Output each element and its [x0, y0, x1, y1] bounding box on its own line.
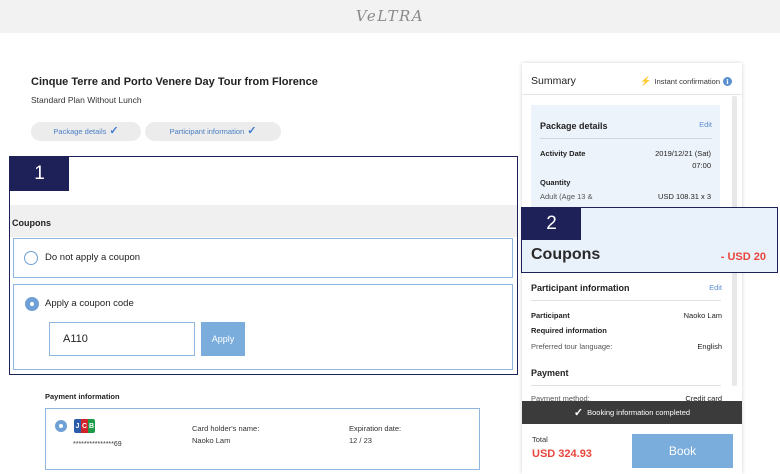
plan-name: Standard Plan Without Lunch: [31, 95, 142, 105]
callout-badge-2: 2: [522, 208, 581, 240]
package-divider: [540, 138, 712, 139]
saved-card-option[interactable]: JCB ***************69 Card holder's name…: [45, 408, 480, 470]
expiration-date: 12 / 23: [349, 436, 372, 445]
tour-title: Cinque Terre and Porto Venere Day Tour f…: [31, 76, 318, 88]
summary-title: Summary: [531, 75, 576, 87]
tour-language-value: English: [697, 342, 722, 351]
edit-participant-link[interactable]: Edit: [709, 283, 722, 292]
total-label: Total: [532, 435, 548, 444]
expiration-label: Expiration date:: [349, 424, 402, 433]
instant-confirmation: ⚡ Instant confirmation i: [640, 76, 732, 87]
check-icon: ✓: [247, 125, 257, 137]
quantity-label: Quantity: [540, 178, 571, 187]
package-details-card: Package details Edit Activity Date 2019/…: [531, 105, 720, 209]
top-bar: VeLTRA: [0, 0, 780, 33]
card-holder-name: Naoko Lam: [192, 436, 231, 445]
payment-info-heading: Payment information: [45, 392, 120, 401]
activity-date-label: Activity Date: [540, 149, 586, 158]
payment-divider: [531, 385, 721, 386]
adult-label: Adult (Age 13 &: [540, 192, 593, 201]
edit-package-link[interactable]: Edit: [699, 120, 712, 129]
tour-language-label: Preferred tour language:: [531, 342, 613, 351]
booking-status-bar: ✓ Booking information completed: [522, 401, 742, 424]
summary-divider: [522, 94, 742, 95]
participant-label: Participant: [531, 311, 570, 320]
step-participant-information[interactable]: Participant information ✓: [145, 122, 281, 141]
jcb-card-icon: JCB: [74, 419, 95, 433]
check-icon: ✓: [573, 407, 584, 419]
booking-steps: Package details ✓ Participant informatio…: [31, 122, 285, 141]
step-package-details[interactable]: Package details ✓: [31, 122, 141, 141]
callout-frame-1: [9, 156, 518, 375]
participant-info-title: Participant information: [531, 283, 630, 293]
package-details-title: Package details: [540, 121, 608, 131]
card-number: ***************69: [73, 441, 122, 448]
activity-time-value: 07:00: [692, 161, 711, 170]
payment-summary-title: Payment: [531, 368, 569, 378]
saved-card-radio[interactable]: [55, 420, 67, 432]
book-button[interactable]: Book: [632, 434, 733, 468]
check-icon: ✓: [109, 125, 119, 137]
lightning-icon: ⚡: [640, 76, 652, 86]
total-price: USD 324.93: [532, 448, 592, 460]
booking-status-text: Booking information completed: [587, 408, 691, 417]
info-icon[interactable]: i: [723, 77, 732, 86]
activity-date-value: 2019/12/21 (Sat): [655, 149, 711, 158]
veltra-logo[interactable]: VeLTRA: [0, 7, 780, 25]
coupon-summary-label: Coupons: [531, 246, 601, 263]
step-label: Package details: [53, 127, 107, 136]
adult-price: USD 108.31 x 3: [658, 192, 711, 201]
required-info-label: Required information: [531, 326, 607, 335]
coupon-discount-value: - USD 20: [720, 251, 766, 263]
instant-confirmation-label: Instant confirmation: [654, 77, 720, 86]
card-holder-label: Card holder's name:: [192, 424, 260, 433]
callout-badge-1: 1: [10, 157, 69, 191]
participant-divider: [531, 300, 721, 301]
participant-name: Naoko Lam: [683, 311, 722, 320]
step-label: Participant information: [169, 127, 245, 136]
